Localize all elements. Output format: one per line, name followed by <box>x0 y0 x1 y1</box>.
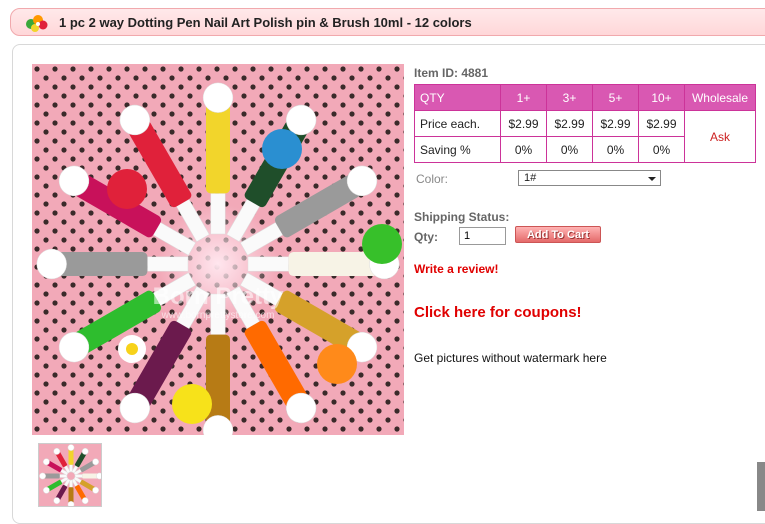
thumbnail-graphic <box>39 444 101 506</box>
tier-1-header: 1+ <box>500 84 547 111</box>
price-cell: $2.99 <box>638 110 685 137</box>
tier-10-header: 10+ <box>638 84 685 111</box>
product-main-image[interactable]: Born Pretty www.bornprettystore.com <box>32 64 404 435</box>
header-bar: 1 pc 2 way Dotting Pen Nail Art Polish p… <box>10 8 765 36</box>
color-select[interactable]: 1# <box>518 170 661 186</box>
write-review-link[interactable]: Write a review! <box>414 262 498 276</box>
price-cell: $2.99 <box>592 110 639 137</box>
image-watermark-url: www.bornprettystore.com <box>161 310 275 321</box>
image-watermark: Born Pretty <box>153 283 284 310</box>
tier-5-header: 5+ <box>592 84 639 111</box>
saving-cell: 0% <box>638 136 685 163</box>
scrollbar-thumb[interactable] <box>757 462 765 511</box>
add-to-cart-button[interactable]: Add To Cart <box>515 226 601 243</box>
item-id: Item ID: 4881 <box>414 66 489 80</box>
price-table: QTY 1+ 3+ 5+ 10+ Wholesale Price each. $… <box>414 84 756 163</box>
saving-cell: 0% <box>546 136 593 163</box>
shipping-status-label: Shipping Status: <box>414 210 510 224</box>
color-label: Color: <box>416 172 449 186</box>
price-cell: $2.99 <box>500 110 547 137</box>
qty-header: QTY <box>414 84 501 111</box>
saving-cell: 0% <box>500 136 547 163</box>
tier-3-header: 3+ <box>546 84 593 111</box>
price-row-label: Price each. <box>414 110 501 137</box>
coupons-link[interactable]: Click here for coupons! <box>414 304 582 321</box>
price-row: Price each. $2.99 $2.99 $2.99 $2.99 Ask <box>414 110 756 163</box>
price-table-header-row: QTY 1+ 3+ 5+ 10+ Wholesale <box>414 84 756 111</box>
page-title: 1 pc 2 way Dotting Pen Nail Art Polish p… <box>59 15 472 30</box>
product-thumbnail[interactable] <box>38 443 102 507</box>
wholesale-header: Wholesale <box>684 84 756 111</box>
saving-cell: 0% <box>592 136 639 163</box>
qty-label: Qty: <box>414 230 438 244</box>
product-photo-graphic: Born Pretty www.bornprettystore.com <box>32 64 404 435</box>
price-cell: $2.99 <box>546 110 593 137</box>
color-select-value: 1# <box>524 172 537 184</box>
no-watermark-link[interactable]: Get pictures without watermark here <box>414 351 607 365</box>
chevron-down-icon <box>648 177 656 181</box>
wholesale-ask-link[interactable]: Ask <box>684 110 756 163</box>
qty-input[interactable] <box>459 227 506 245</box>
saving-row-label: Saving % <box>414 136 501 163</box>
flower-logo-icon <box>24 12 52 34</box>
